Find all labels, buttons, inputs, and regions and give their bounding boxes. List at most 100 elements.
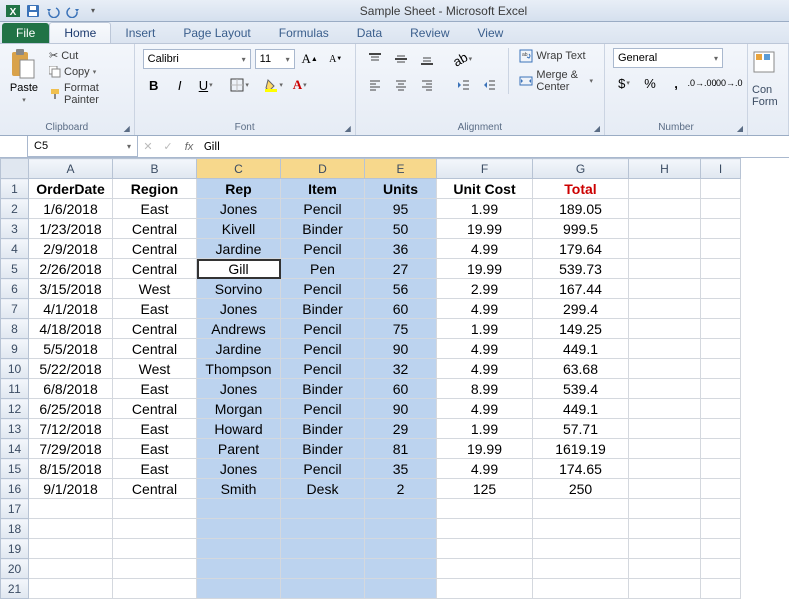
- cell[interactable]: Kivell: [197, 219, 281, 239]
- cell[interactable]: Units: [365, 179, 437, 199]
- cell[interactable]: [281, 579, 365, 599]
- cell[interactable]: [701, 559, 741, 579]
- cell[interactable]: East: [113, 199, 197, 219]
- cell[interactable]: Pen: [281, 259, 365, 279]
- borders-button[interactable]: ▾: [229, 74, 251, 96]
- wrap-text-button[interactable]: abWrap Text: [516, 48, 596, 64]
- cell[interactable]: East: [113, 419, 197, 439]
- cell[interactable]: 9/1/2018: [29, 479, 113, 499]
- enter-formula-icon[interactable]: ✓: [158, 140, 178, 153]
- cell[interactable]: Andrews: [197, 319, 281, 339]
- cell[interactable]: 75: [365, 319, 437, 339]
- cell[interactable]: [437, 519, 533, 539]
- cell[interactable]: 449.1: [533, 339, 629, 359]
- cell[interactable]: 539.73: [533, 259, 629, 279]
- name-box[interactable]: C5▾: [28, 136, 138, 157]
- row-header[interactable]: 2: [1, 199, 29, 219]
- tab-insert[interactable]: Insert: [111, 23, 169, 43]
- cell[interactable]: Binder: [281, 379, 365, 399]
- cell[interactable]: [629, 499, 701, 519]
- copy-button[interactable]: Copy▾: [46, 65, 126, 79]
- cell[interactable]: [701, 479, 741, 499]
- row-header[interactable]: 9: [1, 339, 29, 359]
- cell[interactable]: 189.05: [533, 199, 629, 219]
- cell[interactable]: Item: [281, 179, 365, 199]
- cell[interactable]: Central: [113, 479, 197, 499]
- cell[interactable]: 1619.19: [533, 439, 629, 459]
- cell[interactable]: [365, 559, 437, 579]
- cell[interactable]: Pencil: [281, 399, 365, 419]
- cell[interactable]: [197, 559, 281, 579]
- cell[interactable]: East: [113, 299, 197, 319]
- cell[interactable]: [629, 399, 701, 419]
- qat-customize-icon[interactable]: ▾: [84, 2, 102, 20]
- cell[interactable]: Pencil: [281, 319, 365, 339]
- underline-button[interactable]: U▾: [195, 74, 217, 96]
- percent-format-button[interactable]: %: [639, 72, 661, 94]
- row-header[interactable]: 11: [1, 379, 29, 399]
- cell[interactable]: [629, 339, 701, 359]
- cell[interactable]: 1/23/2018: [29, 219, 113, 239]
- cell[interactable]: 29: [365, 419, 437, 439]
- undo-icon[interactable]: [44, 2, 62, 20]
- cell[interactable]: [629, 259, 701, 279]
- redo-icon[interactable]: [64, 2, 82, 20]
- cell[interactable]: [701, 439, 741, 459]
- row-header[interactable]: 14: [1, 439, 29, 459]
- row-header[interactable]: 19: [1, 539, 29, 559]
- cell[interactable]: 32: [365, 359, 437, 379]
- cell[interactable]: [701, 339, 741, 359]
- cell[interactable]: Pencil: [281, 339, 365, 359]
- cell[interactable]: [281, 559, 365, 579]
- cancel-formula-icon[interactable]: ✕: [138, 140, 158, 153]
- grow-font-button[interactable]: A▲: [299, 48, 321, 70]
- cell[interactable]: 35: [365, 459, 437, 479]
- cell[interactable]: 2/9/2018: [29, 239, 113, 259]
- font-name-combo[interactable]: Calibri▾: [143, 49, 251, 69]
- cell[interactable]: 57.71: [533, 419, 629, 439]
- cell[interactable]: [113, 559, 197, 579]
- row-header[interactable]: 4: [1, 239, 29, 259]
- row-header[interactable]: 13: [1, 419, 29, 439]
- cell[interactable]: Jardine: [197, 239, 281, 259]
- cell[interactable]: 4.99: [437, 359, 533, 379]
- tab-data[interactable]: Data: [343, 23, 396, 43]
- tab-home[interactable]: Home: [49, 22, 111, 43]
- cell[interactable]: Desk: [281, 479, 365, 499]
- cell[interactable]: OrderDate: [29, 179, 113, 199]
- cell[interactable]: 3/15/2018: [29, 279, 113, 299]
- cell[interactable]: [113, 539, 197, 559]
- cell[interactable]: [113, 579, 197, 599]
- column-header[interactable]: C: [197, 159, 281, 179]
- cell[interactable]: 2/26/2018: [29, 259, 113, 279]
- cell[interactable]: Region: [113, 179, 197, 199]
- cell[interactable]: 4.99: [437, 399, 533, 419]
- cell[interactable]: Jones: [197, 459, 281, 479]
- cell[interactable]: [701, 259, 741, 279]
- column-header[interactable]: G: [533, 159, 629, 179]
- cell[interactable]: 95: [365, 199, 437, 219]
- cell[interactable]: [701, 459, 741, 479]
- number-dialog-launcher-icon[interactable]: ◢: [735, 123, 745, 133]
- row-header[interactable]: 20: [1, 559, 29, 579]
- shrink-font-button[interactable]: A▼: [325, 48, 347, 70]
- row-header[interactable]: 1: [1, 179, 29, 199]
- cell[interactable]: [629, 439, 701, 459]
- align-bottom-button[interactable]: [416, 48, 438, 70]
- cell[interactable]: Central: [113, 339, 197, 359]
- row-header[interactable]: 5: [1, 259, 29, 279]
- cell[interactable]: 1.99: [437, 419, 533, 439]
- clipboard-dialog-launcher-icon[interactable]: ◢: [122, 123, 132, 133]
- cell[interactable]: 4.99: [437, 239, 533, 259]
- cell[interactable]: 6/25/2018: [29, 399, 113, 419]
- cell[interactable]: 63.68: [533, 359, 629, 379]
- cell[interactable]: [629, 219, 701, 239]
- tab-review[interactable]: Review: [396, 23, 463, 43]
- cell[interactable]: [701, 519, 741, 539]
- align-center-button[interactable]: [390, 74, 412, 96]
- cell[interactable]: [629, 539, 701, 559]
- cell[interactable]: 5/22/2018: [29, 359, 113, 379]
- cell[interactable]: [629, 559, 701, 579]
- cell[interactable]: [629, 179, 701, 199]
- cell[interactable]: [701, 419, 741, 439]
